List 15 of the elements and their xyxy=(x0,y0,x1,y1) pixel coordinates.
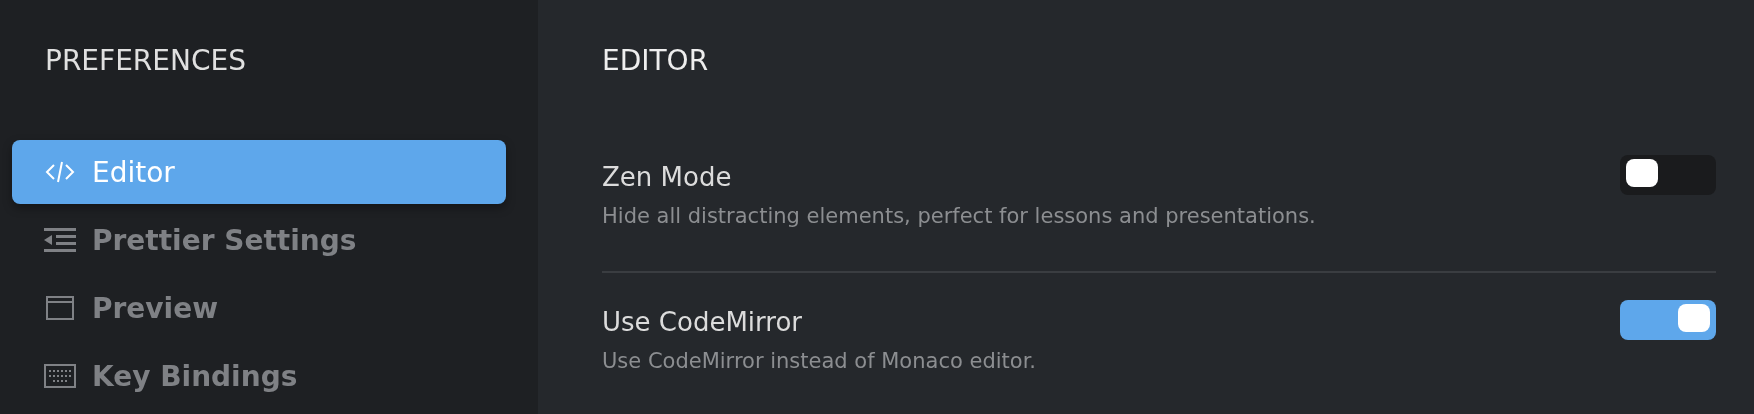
setting-description: Use CodeMirror instead of Monaco editor. xyxy=(602,348,1036,373)
toggle-switch[interactable] xyxy=(1620,154,1716,195)
setting-label: Use CodeMirror xyxy=(602,306,803,337)
keyboard-icon xyxy=(44,361,76,391)
section-title: EDITOR xyxy=(602,43,710,79)
sidebar-title: PREFERENCES xyxy=(44,43,247,79)
sidebar-item[interactable]: Preview xyxy=(12,276,506,340)
sidebar-item[interactable]: Prettier Settings xyxy=(12,208,506,272)
toggle-switch[interactable] xyxy=(1620,299,1716,340)
indent-icon xyxy=(44,225,76,255)
setting-description: Hide all distracting elements, perfect for lessons and presentations. xyxy=(602,203,1316,228)
window-icon xyxy=(44,293,76,323)
setting-label: Zen Mode xyxy=(602,161,733,192)
sidebar-item[interactable]: Editor xyxy=(12,140,506,204)
sidebar-item[interactable]: Key Bindings xyxy=(12,344,506,408)
